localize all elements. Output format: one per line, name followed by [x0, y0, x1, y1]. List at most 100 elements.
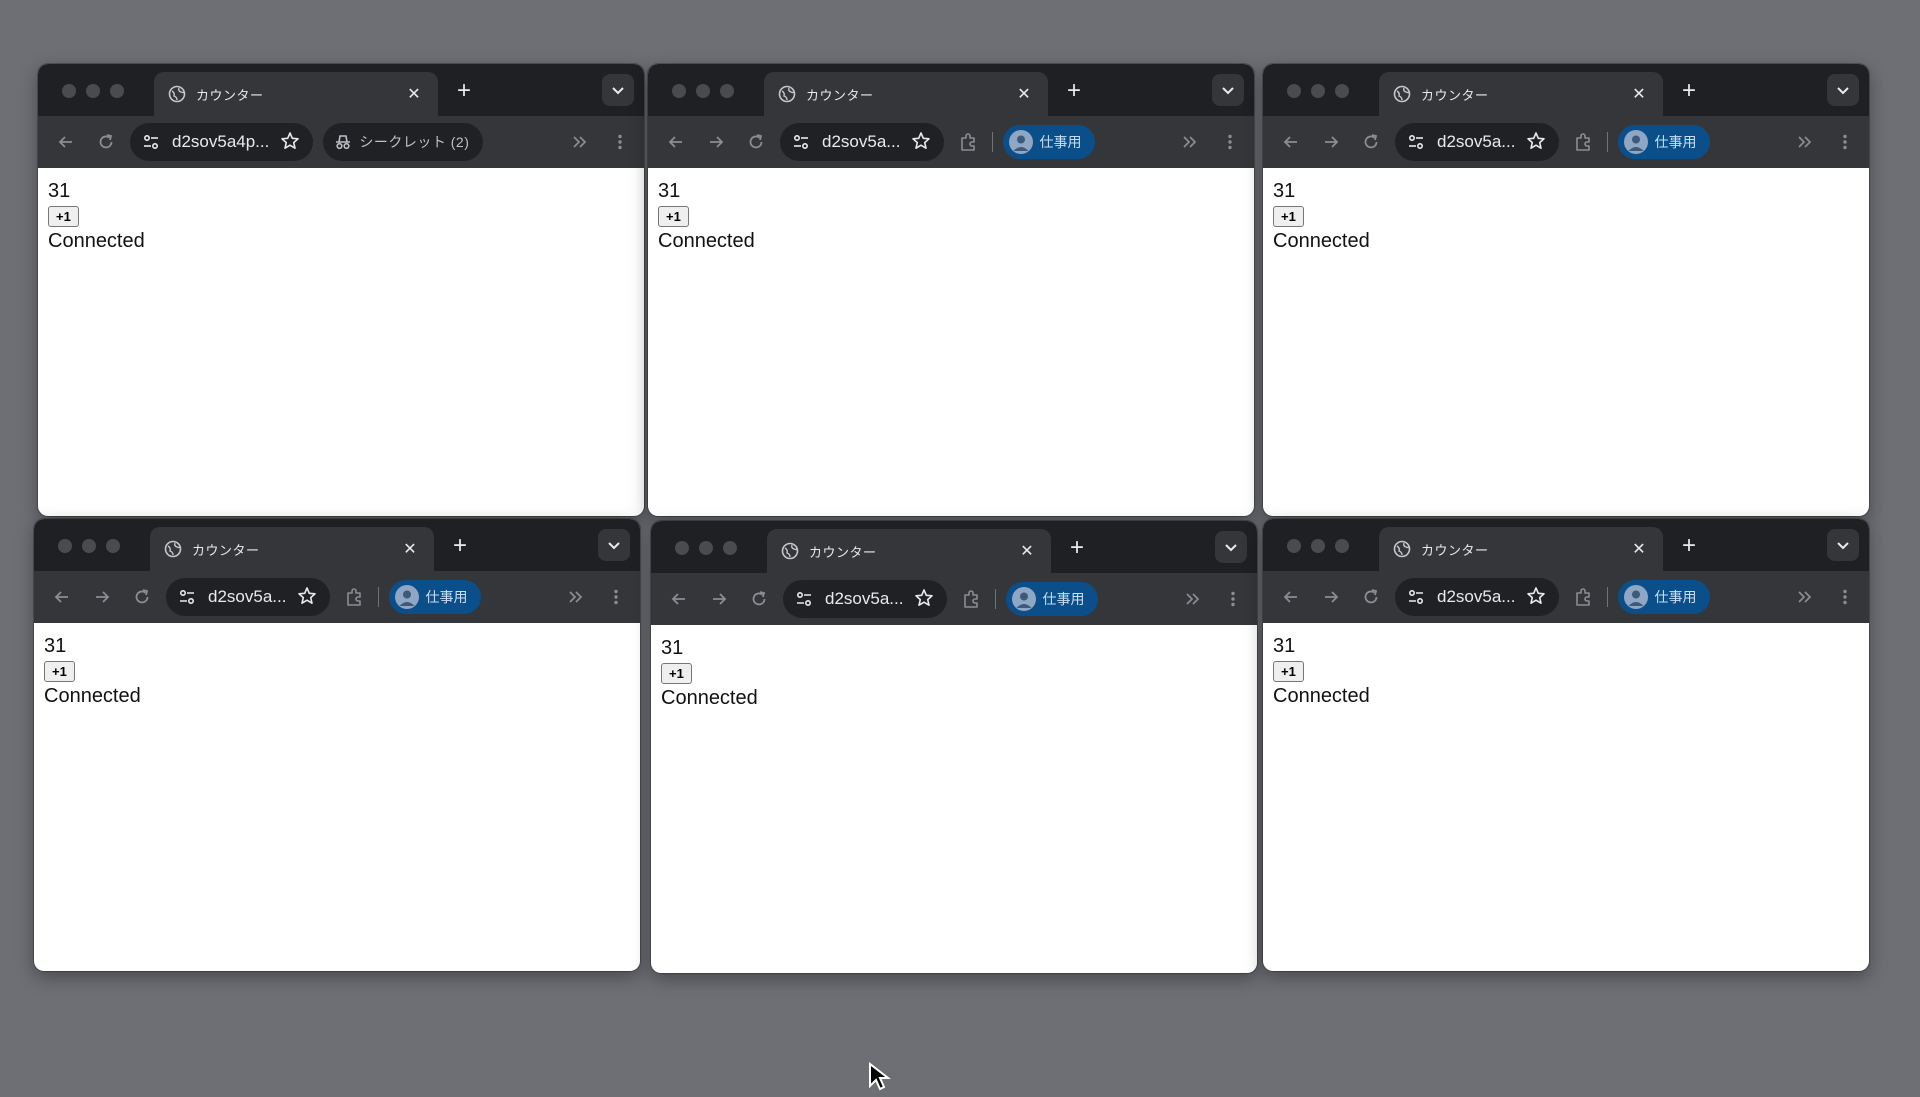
address-bar[interactable]: d2sov5a4p...: [130, 123, 314, 161]
site-info-icon[interactable]: [140, 131, 162, 153]
reload-icon[interactable]: [740, 126, 772, 158]
minimize-window-button[interactable]: [82, 539, 96, 553]
menu-kebab-icon[interactable]: [1829, 581, 1861, 613]
reload-icon[interactable]: [1355, 126, 1387, 158]
extensions-icon[interactable]: [955, 583, 987, 615]
reload-icon[interactable]: [126, 581, 158, 613]
bookmark-star-icon[interactable]: [1525, 130, 1549, 154]
tab-search-button[interactable]: [1212, 74, 1244, 106]
close-tab-icon[interactable]: ✕: [1627, 537, 1651, 561]
forward-arrow-icon[interactable]: [86, 581, 118, 613]
back-arrow-icon[interactable]: [50, 126, 82, 158]
reload-icon[interactable]: [90, 126, 122, 158]
menu-kebab-icon[interactable]: [1829, 126, 1861, 158]
close-window-button[interactable]: [675, 541, 689, 555]
more-tools-chevron-icon[interactable]: [1174, 126, 1206, 158]
menu-kebab-icon[interactable]: [604, 126, 636, 158]
increment-button[interactable]: +1: [658, 206, 689, 227]
address-bar[interactable]: d2sov5a...: [780, 123, 945, 161]
forward-arrow-icon[interactable]: [700, 126, 732, 158]
browser-tab[interactable]: カウンター ✕: [1379, 72, 1663, 116]
site-info-icon[interactable]: [1405, 131, 1427, 153]
back-arrow-icon[interactable]: [46, 581, 78, 613]
minimize-window-button[interactable]: [1311, 539, 1325, 553]
close-window-button[interactable]: [1287, 539, 1301, 553]
menu-kebab-icon[interactable]: [600, 581, 632, 613]
address-bar[interactable]: d2sov5a...: [166, 578, 331, 616]
minimize-window-button[interactable]: [1311, 84, 1325, 98]
zoom-window-button[interactable]: [1335, 84, 1349, 98]
browser-tab[interactable]: カウンター ✕: [767, 529, 1051, 573]
site-info-icon[interactable]: [793, 588, 815, 610]
back-arrow-icon[interactable]: [1275, 581, 1307, 613]
browser-tab[interactable]: カウンター ✕: [150, 527, 434, 571]
zoom-window-button[interactable]: [723, 541, 737, 555]
back-arrow-icon[interactable]: [663, 583, 695, 615]
tab-search-button[interactable]: [1827, 74, 1859, 106]
close-tab-icon[interactable]: ✕: [398, 537, 422, 561]
forward-arrow-icon[interactable]: [703, 583, 735, 615]
browser-tab[interactable]: カウンター ✕: [154, 72, 438, 116]
more-tools-chevron-icon[interactable]: [560, 581, 592, 613]
new-tab-button[interactable]: +: [1063, 535, 1091, 563]
bookmark-star-icon[interactable]: [910, 130, 934, 154]
increment-button[interactable]: +1: [44, 661, 75, 682]
back-arrow-icon[interactable]: [1275, 126, 1307, 158]
incognito-indicator[interactable]: シークレット (2): [323, 123, 484, 161]
zoom-window-button[interactable]: [110, 84, 124, 98]
address-bar[interactable]: d2sov5a...: [1395, 123, 1560, 161]
zoom-window-button[interactable]: [106, 539, 120, 553]
minimize-window-button[interactable]: [699, 541, 713, 555]
more-tools-chevron-icon[interactable]: [1177, 583, 1209, 615]
extensions-icon[interactable]: [338, 581, 370, 613]
close-window-button[interactable]: [1287, 84, 1301, 98]
increment-button[interactable]: +1: [48, 206, 79, 227]
increment-button[interactable]: +1: [661, 663, 692, 684]
increment-button[interactable]: +1: [1273, 661, 1304, 682]
extensions-icon[interactable]: [1567, 581, 1599, 613]
close-tab-icon[interactable]: ✕: [1012, 82, 1036, 106]
tab-search-button[interactable]: [1827, 529, 1859, 561]
new-tab-button[interactable]: +: [1675, 78, 1703, 106]
minimize-window-button[interactable]: [86, 84, 100, 98]
zoom-window-button[interactable]: [720, 84, 734, 98]
profile-button[interactable]: 仕事用: [1003, 125, 1096, 159]
profile-button[interactable]: 仕事用: [1006, 582, 1099, 616]
site-info-icon[interactable]: [1405, 586, 1427, 608]
extensions-icon[interactable]: [952, 126, 984, 158]
menu-kebab-icon[interactable]: [1217, 583, 1249, 615]
new-tab-button[interactable]: +: [1060, 78, 1088, 106]
forward-arrow-icon[interactable]: [1315, 581, 1347, 613]
reload-icon[interactable]: [743, 583, 775, 615]
forward-arrow-icon[interactable]: [1315, 126, 1347, 158]
zoom-window-button[interactable]: [1335, 539, 1349, 553]
site-info-icon[interactable]: [790, 131, 812, 153]
close-tab-icon[interactable]: ✕: [1015, 539, 1039, 563]
close-window-button[interactable]: [58, 539, 72, 553]
profile-button[interactable]: 仕事用: [1618, 125, 1711, 159]
tab-search-button[interactable]: [602, 74, 634, 106]
menu-kebab-icon[interactable]: [1214, 126, 1246, 158]
tab-search-button[interactable]: [1215, 531, 1247, 563]
new-tab-button[interactable]: +: [450, 78, 478, 106]
browser-tab[interactable]: カウンター ✕: [1379, 527, 1663, 571]
more-tools-chevron-icon[interactable]: [564, 126, 596, 158]
profile-button[interactable]: 仕事用: [1618, 580, 1711, 614]
browser-tab[interactable]: カウンター ✕: [764, 72, 1048, 116]
more-tools-chevron-icon[interactable]: [1789, 126, 1821, 158]
new-tab-button[interactable]: +: [446, 533, 474, 561]
profile-button[interactable]: 仕事用: [389, 580, 482, 614]
new-tab-button[interactable]: +: [1675, 533, 1703, 561]
address-bar[interactable]: d2sov5a...: [1395, 578, 1560, 616]
minimize-window-button[interactable]: [696, 84, 710, 98]
tab-search-button[interactable]: [598, 529, 630, 561]
reload-icon[interactable]: [1355, 581, 1387, 613]
bookmark-star-icon[interactable]: [1525, 585, 1549, 609]
back-arrow-icon[interactable]: [660, 126, 692, 158]
close-tab-icon[interactable]: ✕: [402, 82, 426, 106]
bookmark-star-icon[interactable]: [296, 585, 320, 609]
site-info-icon[interactable]: [176, 586, 198, 608]
address-bar[interactable]: d2sov5a...: [783, 580, 948, 618]
bookmark-star-icon[interactable]: [279, 130, 303, 154]
close-window-button[interactable]: [62, 84, 76, 98]
